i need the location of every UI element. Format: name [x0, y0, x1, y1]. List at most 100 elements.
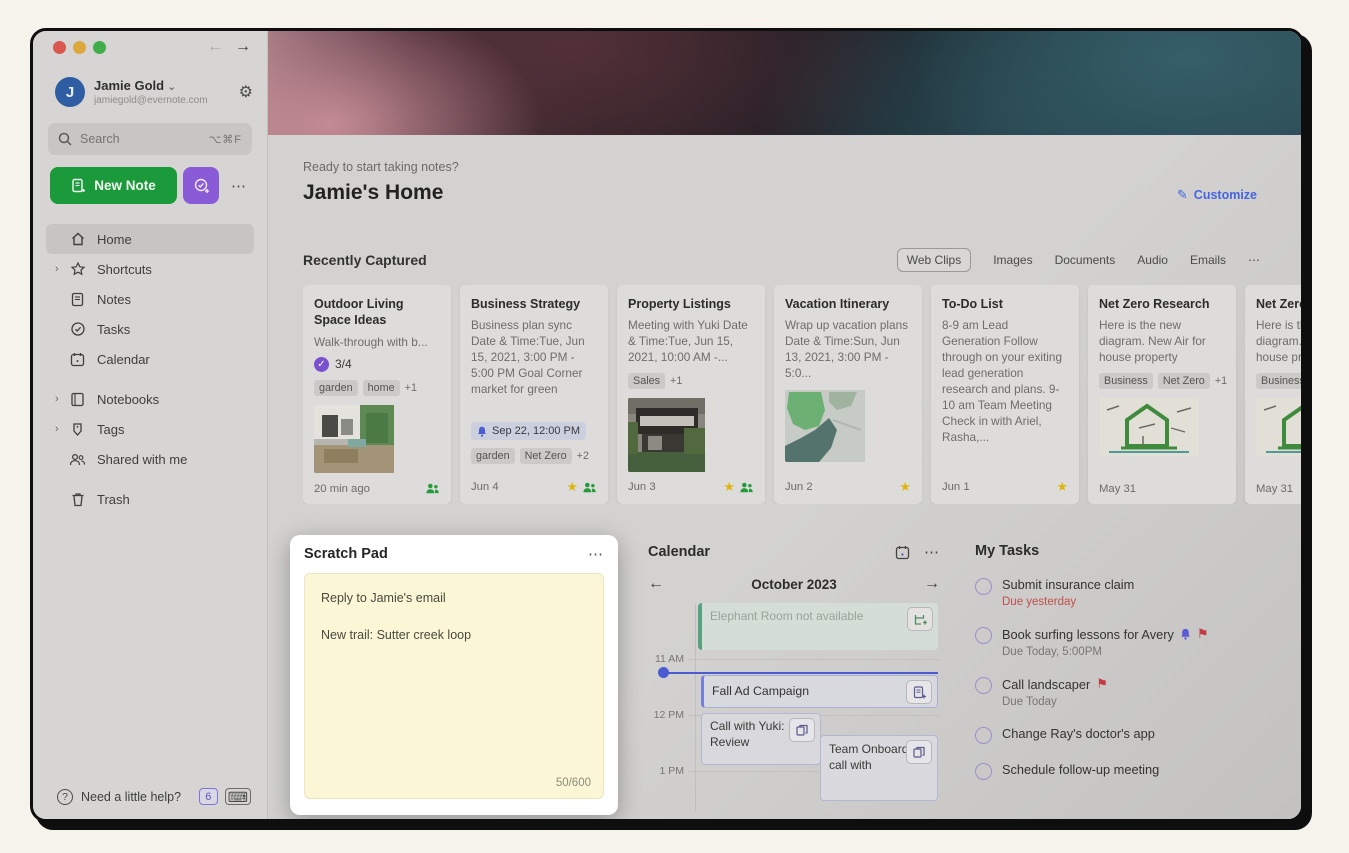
task-checkbox[interactable]: [975, 627, 992, 644]
reminder-badge: Sep 22, 12:00 PM: [471, 422, 586, 440]
calendar-event-elephant-room[interactable]: Elephant Room not available: [698, 603, 938, 650]
task-checkbox[interactable]: [975, 578, 992, 595]
new-note-button[interactable]: New Note: [50, 167, 177, 204]
expand-icon[interactable]: ›: [55, 423, 69, 435]
sidebar-item-notes[interactable]: Notes: [46, 284, 254, 314]
search-icon: [58, 132, 72, 146]
shared-icon: [425, 482, 440, 495]
tag[interactable]: Business: [1099, 373, 1153, 389]
event-copy-icon[interactable]: [789, 718, 815, 742]
filter-more-button[interactable]: ⋯: [1248, 253, 1261, 267]
sidebar-item-shared-with-me[interactable]: Shared with me: [46, 444, 254, 474]
event-note-add-icon[interactable]: [906, 680, 932, 704]
scratch-pad-textarea[interactable]: Reply to Jamie's email New trail: Sutter…: [304, 573, 604, 799]
filter-documents[interactable]: Documents: [1055, 253, 1116, 267]
new-task-button[interactable]: [183, 167, 219, 204]
scratch-pad-more-button[interactable]: ⋯: [588, 545, 604, 563]
calendar-more-button[interactable]: ⋯: [924, 543, 940, 561]
event-calendar-add-icon[interactable]: [907, 607, 933, 631]
task-row[interactable]: Submit insurance claim Due yesterday: [975, 577, 1304, 608]
task-checkbox[interactable]: [975, 727, 992, 744]
expand-icon[interactable]: ›: [55, 263, 69, 275]
help-count-badge[interactable]: 6: [199, 788, 218, 805]
search-placeholder: Search: [80, 132, 209, 146]
task-title: Change Ray's doctor's app: [1002, 726, 1155, 741]
bell-icon: [1180, 628, 1191, 640]
scratch-pad-line: New trail: Sutter creek loop: [321, 628, 587, 642]
calendar-icon[interactable]: [895, 545, 910, 560]
note-card[interactable]: Net Zero Research Here is the new diagra…: [1088, 285, 1236, 504]
header-cover-image: [268, 31, 1301, 135]
note-card-snippet: Here is the new diagram. New Air for hou…: [1256, 317, 1303, 365]
sidebar: ← → J Jamie Gold⌄ jamiegold@evernote.com…: [33, 31, 268, 819]
note-thumbnail-map: [785, 390, 911, 462]
more-actions-button[interactable]: ⋯: [231, 177, 247, 195]
calendar-event-call-with-yuki[interactable]: Call with Yuki: Review: [701, 713, 821, 765]
tag[interactable]: Sales: [628, 373, 665, 389]
previous-month-button[interactable]: ←: [648, 575, 678, 593]
event-title: Elephant Room not available: [710, 609, 863, 623]
filter-web-clips[interactable]: Web Clips: [897, 248, 971, 272]
star-icon: [69, 261, 86, 278]
note-card[interactable]: Vacation Itinerary Wrap up vacation plan…: [774, 285, 922, 504]
task-checkbox[interactable]: [975, 763, 992, 780]
note-card[interactable]: Outdoor Living Space Ideas Walk-through …: [303, 285, 451, 504]
note-card[interactable]: To-Do List 8-9 am Lead Generation Follow…: [931, 285, 1079, 504]
expand-icon[interactable]: ›: [55, 393, 69, 405]
sidebar-item-trash[interactable]: Trash: [46, 484, 254, 514]
tag[interactable]: garden: [471, 448, 515, 464]
task-row[interactable]: Change Ray's doctor's app: [975, 726, 1304, 744]
account-switcher[interactable]: J Jamie Gold⌄ jamiegold@evernote.com ⚙: [33, 67, 267, 107]
zoom-window-button[interactable]: [93, 41, 106, 54]
sidebar-item-home[interactable]: Home: [46, 224, 254, 254]
help-label[interactable]: Need a little help?: [81, 790, 199, 804]
task-row[interactable]: Call landscaper ⚑ Due Today: [975, 676, 1304, 708]
gear-icon[interactable]: ⚙: [239, 82, 253, 102]
task-row[interactable]: Book surfing lessons for Avery ⚑ Due Tod…: [975, 626, 1304, 658]
note-card[interactable]: Property Listings Meeting with Yuki Date…: [617, 285, 765, 504]
tag[interactable]: garden: [314, 380, 358, 396]
calendar-icon: [69, 351, 86, 368]
keyboard-shortcuts-icon[interactable]: ⌨: [225, 788, 251, 805]
time-label: 1 PM: [648, 765, 684, 777]
note-card-title: Business Strategy: [471, 296, 597, 312]
note-card[interactable]: Business Strategy Business plan sync Dat…: [460, 285, 608, 504]
search-input[interactable]: Search ⌥⌘F: [48, 123, 252, 155]
tag[interactable]: Net Zero: [520, 448, 572, 464]
note-card-snippet: Walk-through with b...: [314, 334, 440, 350]
event-copy-icon[interactable]: [906, 740, 932, 764]
tag[interactable]: home: [363, 380, 400, 396]
calendar-event-fall-ad-campaign[interactable]: Fall Ad Campaign: [701, 675, 938, 708]
sidebar-item-shortcuts[interactable]: › Shortcuts: [46, 254, 254, 284]
sidebar-item-label: Shortcuts: [97, 262, 152, 277]
task-row[interactable]: Schedule follow-up meeting: [975, 762, 1304, 780]
sidebar-item-label: Calendar: [97, 352, 150, 367]
filter-emails[interactable]: Emails: [1190, 253, 1226, 267]
sidebar-item-tags[interactable]: › Tags: [46, 414, 254, 444]
minimize-window-button[interactable]: [73, 41, 86, 54]
close-window-button[interactable]: [53, 41, 66, 54]
sidebar-item-calendar[interactable]: Calendar: [46, 344, 254, 374]
note-card[interactable]: Net Zero Research Here is the new diagra…: [1245, 285, 1303, 504]
home-icon: [69, 231, 86, 248]
sidebar-item-tasks[interactable]: Tasks: [46, 314, 254, 344]
calendar-event-team-onboarding[interactable]: Team Onboarding call with: [820, 735, 938, 801]
task-checkbox[interactable]: [975, 677, 992, 694]
history-back-icon[interactable]: ←: [207, 38, 223, 56]
tag-more-count: +1: [405, 382, 417, 394]
task-add-icon: [193, 177, 210, 194]
new-note-label: New Note: [94, 178, 156, 193]
help-icon[interactable]: ?: [57, 789, 73, 805]
sidebar-item-notebooks[interactable]: › Notebooks: [46, 384, 254, 414]
filter-audio[interactable]: Audio: [1137, 253, 1168, 267]
filter-images[interactable]: Images: [993, 253, 1032, 267]
next-month-button[interactable]: →: [910, 575, 940, 593]
note-card-title: Vacation Itinerary: [785, 296, 911, 312]
tag[interactable]: Net Zero: [1158, 373, 1210, 389]
chevron-down-icon: ⌄: [167, 81, 176, 93]
user-name: Jamie Gold: [94, 78, 164, 93]
my-tasks-title: My Tasks: [975, 543, 1304, 559]
tag[interactable]: Business: [1256, 373, 1303, 389]
history-forward-icon[interactable]: →: [235, 38, 251, 56]
customize-button[interactable]: ✎ Customize: [1177, 187, 1257, 203]
